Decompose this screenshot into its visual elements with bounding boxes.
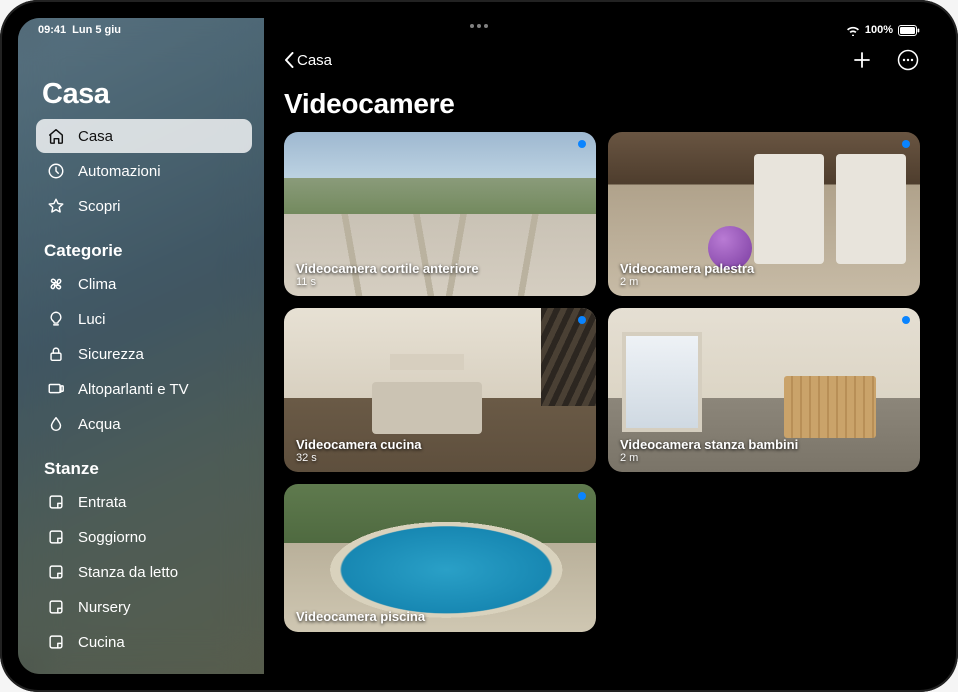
room-icon [46, 632, 66, 652]
camera-timestamp: 32 s [296, 452, 422, 464]
camera-name: Videocamera stanza bambini [620, 437, 798, 452]
sidebar-section-categorie: Categorie [44, 241, 252, 261]
lock-icon [46, 344, 66, 364]
status-time: 09:41 [38, 24, 66, 36]
sidebar-item-label: Acqua [78, 416, 121, 433]
star-icon [46, 196, 66, 216]
room-icon [46, 527, 66, 547]
sidebar-item-nursery[interactable]: Nursery [36, 590, 252, 624]
sidebar-item-entrata[interactable]: Entrata [36, 485, 252, 519]
app-title: Casa [42, 78, 252, 111]
camera-caption: Videocamera cucina32 s [296, 437, 422, 464]
sidebar-item-luci[interactable]: Luci [36, 302, 252, 336]
camera-name: Videocamera palestra [620, 261, 754, 276]
camera-tile[interactable]: Videocamera cucina32 s [284, 308, 596, 472]
live-indicator-icon [578, 492, 586, 500]
room-icon [46, 492, 66, 512]
add-button[interactable] [850, 48, 874, 72]
status-bar: 09:41 Lun 5 giu 100% [18, 18, 940, 40]
status-date: Lun 5 giu [72, 24, 121, 36]
fan-icon [46, 274, 66, 294]
back-button[interactable]: Casa [284, 52, 332, 69]
topbar: Casa [284, 48, 920, 72]
sidebar-item-label: Entrata [78, 494, 126, 511]
speaker-icon [46, 379, 66, 399]
sidebar-item-acqua[interactable]: Acqua [36, 407, 252, 441]
sidebar-item-label: Stanza da letto [78, 564, 178, 581]
multitask-dots[interactable] [470, 24, 488, 28]
sidebar-item-automazioni[interactable]: Automazioni [36, 154, 252, 188]
sidebar-item-label: Clima [78, 276, 116, 293]
camera-tile[interactable]: Videocamera piscina [284, 484, 596, 632]
battery-icon [898, 25, 920, 36]
chevron-left-icon [284, 52, 294, 68]
sidebar-item-label: Nursery [78, 599, 131, 616]
page-title: Videocamere [284, 88, 920, 120]
sidebar-item-clima[interactable]: Clima [36, 267, 252, 301]
camera-timestamp: 2 m [620, 452, 798, 464]
battery-percent: 100% [865, 24, 893, 36]
sidebar-item-label: Cucina [78, 634, 125, 651]
camera-tile[interactable]: Videocamera cortile anteriore11 s [284, 132, 596, 296]
sidebar-item-stanza-da-letto[interactable]: Stanza da letto [36, 555, 252, 589]
sidebar-item-cucina[interactable]: Cucina [36, 625, 252, 659]
sidebar-item-altoparlanti-e-tv[interactable]: Altoparlanti e TV [36, 372, 252, 406]
ipad-frame: 09:41 Lun 5 giu 100% Casa Casa Automazion… [0, 0, 958, 692]
drop-icon [46, 414, 66, 434]
camera-tile[interactable]: Videocamera palestra2 m [608, 132, 920, 296]
plus-icon [852, 50, 872, 70]
camera-name: Videocamera cucina [296, 437, 422, 452]
sidebar-item-label: Sicurezza [78, 346, 144, 363]
back-label: Casa [297, 52, 332, 69]
sidebar-item-soggiorno[interactable]: Soggiorno [36, 520, 252, 554]
camera-timestamp: 2 m [620, 276, 754, 288]
camera-caption: Videocamera cortile anteriore11 s [296, 261, 479, 288]
camera-timestamp: 11 s [296, 276, 479, 288]
live-indicator-icon [578, 140, 586, 148]
sidebar-item-label: Soggiorno [78, 529, 146, 546]
sidebar-item-label: Luci [78, 311, 106, 328]
more-button[interactable] [896, 48, 920, 72]
camera-caption: Videocamera piscina [296, 609, 425, 624]
live-indicator-icon [902, 140, 910, 148]
sidebar-item-scopri[interactable]: Scopri [36, 189, 252, 223]
sidebar-item-label: Casa [78, 128, 113, 145]
screen: 09:41 Lun 5 giu 100% Casa Casa Automazion… [18, 18, 940, 674]
sidebar: Casa Casa Automazioni Scopri Categorie Clim… [18, 18, 264, 674]
live-indicator-icon [578, 316, 586, 324]
ellipsis-circle-icon [897, 49, 919, 71]
main-content: Casa Videocamere Videocamera cortile ant… [264, 18, 940, 674]
room-icon [46, 562, 66, 582]
sidebar-section-stanze: Stanze [44, 459, 252, 479]
wifi-icon [846, 25, 860, 36]
sidebar-item-casa[interactable]: Casa [36, 119, 252, 153]
camera-caption: Videocamera palestra2 m [620, 261, 754, 288]
live-indicator-icon [902, 316, 910, 324]
camera-name: Videocamera cortile anteriore [296, 261, 479, 276]
home-icon [46, 126, 66, 146]
camera-grid: Videocamera cortile anteriore11 sVideoca… [284, 132, 920, 632]
clock-icon [46, 161, 66, 181]
bulb-icon [46, 309, 66, 329]
camera-name: Videocamera piscina [296, 609, 425, 624]
sidebar-item-label: Scopri [78, 198, 121, 215]
room-icon [46, 597, 66, 617]
sidebar-item-label: Altoparlanti e TV [78, 381, 189, 398]
sidebar-item-label: Automazioni [78, 163, 161, 180]
sidebar-item-sicurezza[interactable]: Sicurezza [36, 337, 252, 371]
camera-tile[interactable]: Videocamera stanza bambini2 m [608, 308, 920, 472]
camera-caption: Videocamera stanza bambini2 m [620, 437, 798, 464]
